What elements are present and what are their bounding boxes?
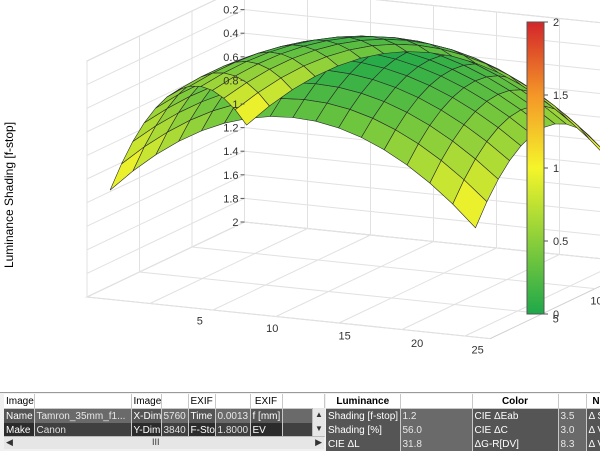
table-cell: Time: [188, 409, 215, 424]
table-cell: Make: [4, 423, 34, 437]
z-tick-label: 1.2: [223, 123, 238, 135]
z-tick-label: 1.4: [223, 146, 238, 158]
table-cell: ΔG-R[DV]: [472, 437, 558, 451]
image-info-table: Image Image EXIF EXIF Name Tamron_35mm_f…: [4, 394, 325, 437]
colorbar-tick-label: 0.5: [553, 236, 568, 248]
table-cell: CIE ΔL: [326, 437, 400, 451]
table-cell: 31.8: [400, 437, 472, 451]
colorbar-tick-label: 0: [553, 309, 559, 321]
x-tick-label: 15: [339, 331, 351, 343]
z-tick-label: 0.2: [223, 5, 238, 17]
table-cell: Name: [4, 409, 34, 424]
scroll-right-button[interactable]: ▶: [315, 437, 322, 448]
table-cell: F-Stop: [188, 423, 215, 437]
horizontal-scrollbar[interactable]: ◀ III ▶: [4, 436, 324, 449]
table-row[interactable]: Make Canon Y-Dim 3840 F-Stop 1.8000 EV: [4, 423, 324, 437]
colorbar-tick-label: 1: [553, 163, 559, 175]
y-tick-label: 10: [590, 296, 600, 308]
column-header: Image: [131, 394, 161, 409]
colorbar-tick-label: 1.5: [553, 90, 568, 102]
table-cell: 1.8000: [215, 423, 250, 437]
table-header-row: Luminance Color Noise: [326, 394, 600, 409]
table-cell: f [mm]: [250, 409, 282, 424]
column-header: Image: [4, 394, 34, 409]
table-cell: CIE ΔEab: [472, 409, 558, 424]
table-cell: X-Dim: [131, 409, 161, 424]
z-tick-label: 2: [232, 217, 238, 229]
scroll-thumb-grip[interactable]: III: [152, 437, 160, 447]
z-tick-label: 0.4: [223, 28, 238, 40]
column-header: [282, 394, 324, 409]
table-cell: 3840: [161, 423, 188, 437]
table-cell: 0.0013: [215, 409, 250, 424]
surface-plot[interactable]: 00.20.40.60.811.21.41.61.825101520255101…: [0, 0, 600, 392]
x-tick-label: 20: [411, 338, 423, 350]
measurement-table: Luminance Color Noise Shading [f-stop] 1…: [326, 394, 600, 451]
scroll-down-button[interactable]: ▼: [313, 422, 325, 436]
table-cell: Canon: [34, 423, 131, 437]
table-cell: 3.0: [558, 423, 586, 437]
table-cell: EV: [250, 423, 282, 437]
z-tick-label: 0.8: [223, 75, 238, 87]
table-cell: Δ SNR[: [586, 409, 600, 424]
column-header: [558, 394, 586, 409]
scroll-up-button[interactable]: ▲: [313, 408, 325, 422]
column-header: EXIF: [188, 394, 215, 409]
z-tick-label: 1.8: [223, 193, 238, 205]
scroll-left-button[interactable]: ◀: [6, 437, 13, 448]
column-header: Luminance: [326, 394, 400, 409]
table-cell: Y-Dim: [131, 423, 161, 437]
colorbar-gradient: [527, 22, 544, 314]
z-tick-label: 1.6: [223, 170, 238, 182]
table-cell: 1.2: [400, 409, 472, 424]
column-header: [400, 394, 472, 409]
table-cell: 8.3: [558, 437, 586, 451]
table-cell: 56.0: [400, 423, 472, 437]
table-cell: Tamron_35mm_f1...: [34, 409, 131, 424]
column-header: [215, 394, 250, 409]
column-header: Noise: [586, 394, 600, 409]
table-header-row: Image Image EXIF EXIF: [4, 394, 324, 409]
colorbar-tick-label: 2: [553, 17, 559, 29]
table-row[interactable]: CIE ΔL 31.8 ΔG-R[DV] 8.3 Δ VNSe: [326, 437, 600, 451]
column-header: [34, 394, 131, 409]
x-tick-label: 10: [266, 323, 278, 335]
table-row[interactable]: Name Tamron_35mm_f1... X-Dim 5760 Time 0…: [4, 409, 324, 424]
table-cell: Shading [%]: [326, 423, 400, 437]
table-cell: 5760: [161, 409, 188, 424]
column-header: Color: [472, 394, 558, 409]
table-cell: Δ VNSe: [586, 437, 600, 451]
table-cell: 3.5: [558, 409, 586, 424]
z-axis-label: Luminance Shading [f-stop]: [2, 122, 16, 268]
z-tick-label: 0.6: [223, 52, 238, 64]
vertical-scrollbar[interactable]: ▲ ▼: [312, 408, 325, 436]
table-row[interactable]: Shading [f-stop] 1.2 CIE ΔEab 3.5 Δ SNR[: [326, 409, 600, 424]
table-cell: CIE ΔC: [472, 423, 558, 437]
table-row[interactable]: Shading [%] 56.0 CIE ΔC 3.0 Δ VNSe: [326, 423, 600, 437]
x-tick-label: 25: [471, 344, 483, 356]
table-cell: Shading [f-stop]: [326, 409, 400, 424]
z-tick-label: 1: [232, 99, 238, 111]
x-tick-label: 5: [197, 316, 203, 328]
plot-canvas[interactable]: 00.20.40.60.811.21.41.61.825101520255101…: [0, 0, 600, 392]
table-cell: Δ VNSe: [586, 423, 600, 437]
column-header: EXIF: [250, 394, 282, 409]
column-header: [161, 394, 188, 409]
